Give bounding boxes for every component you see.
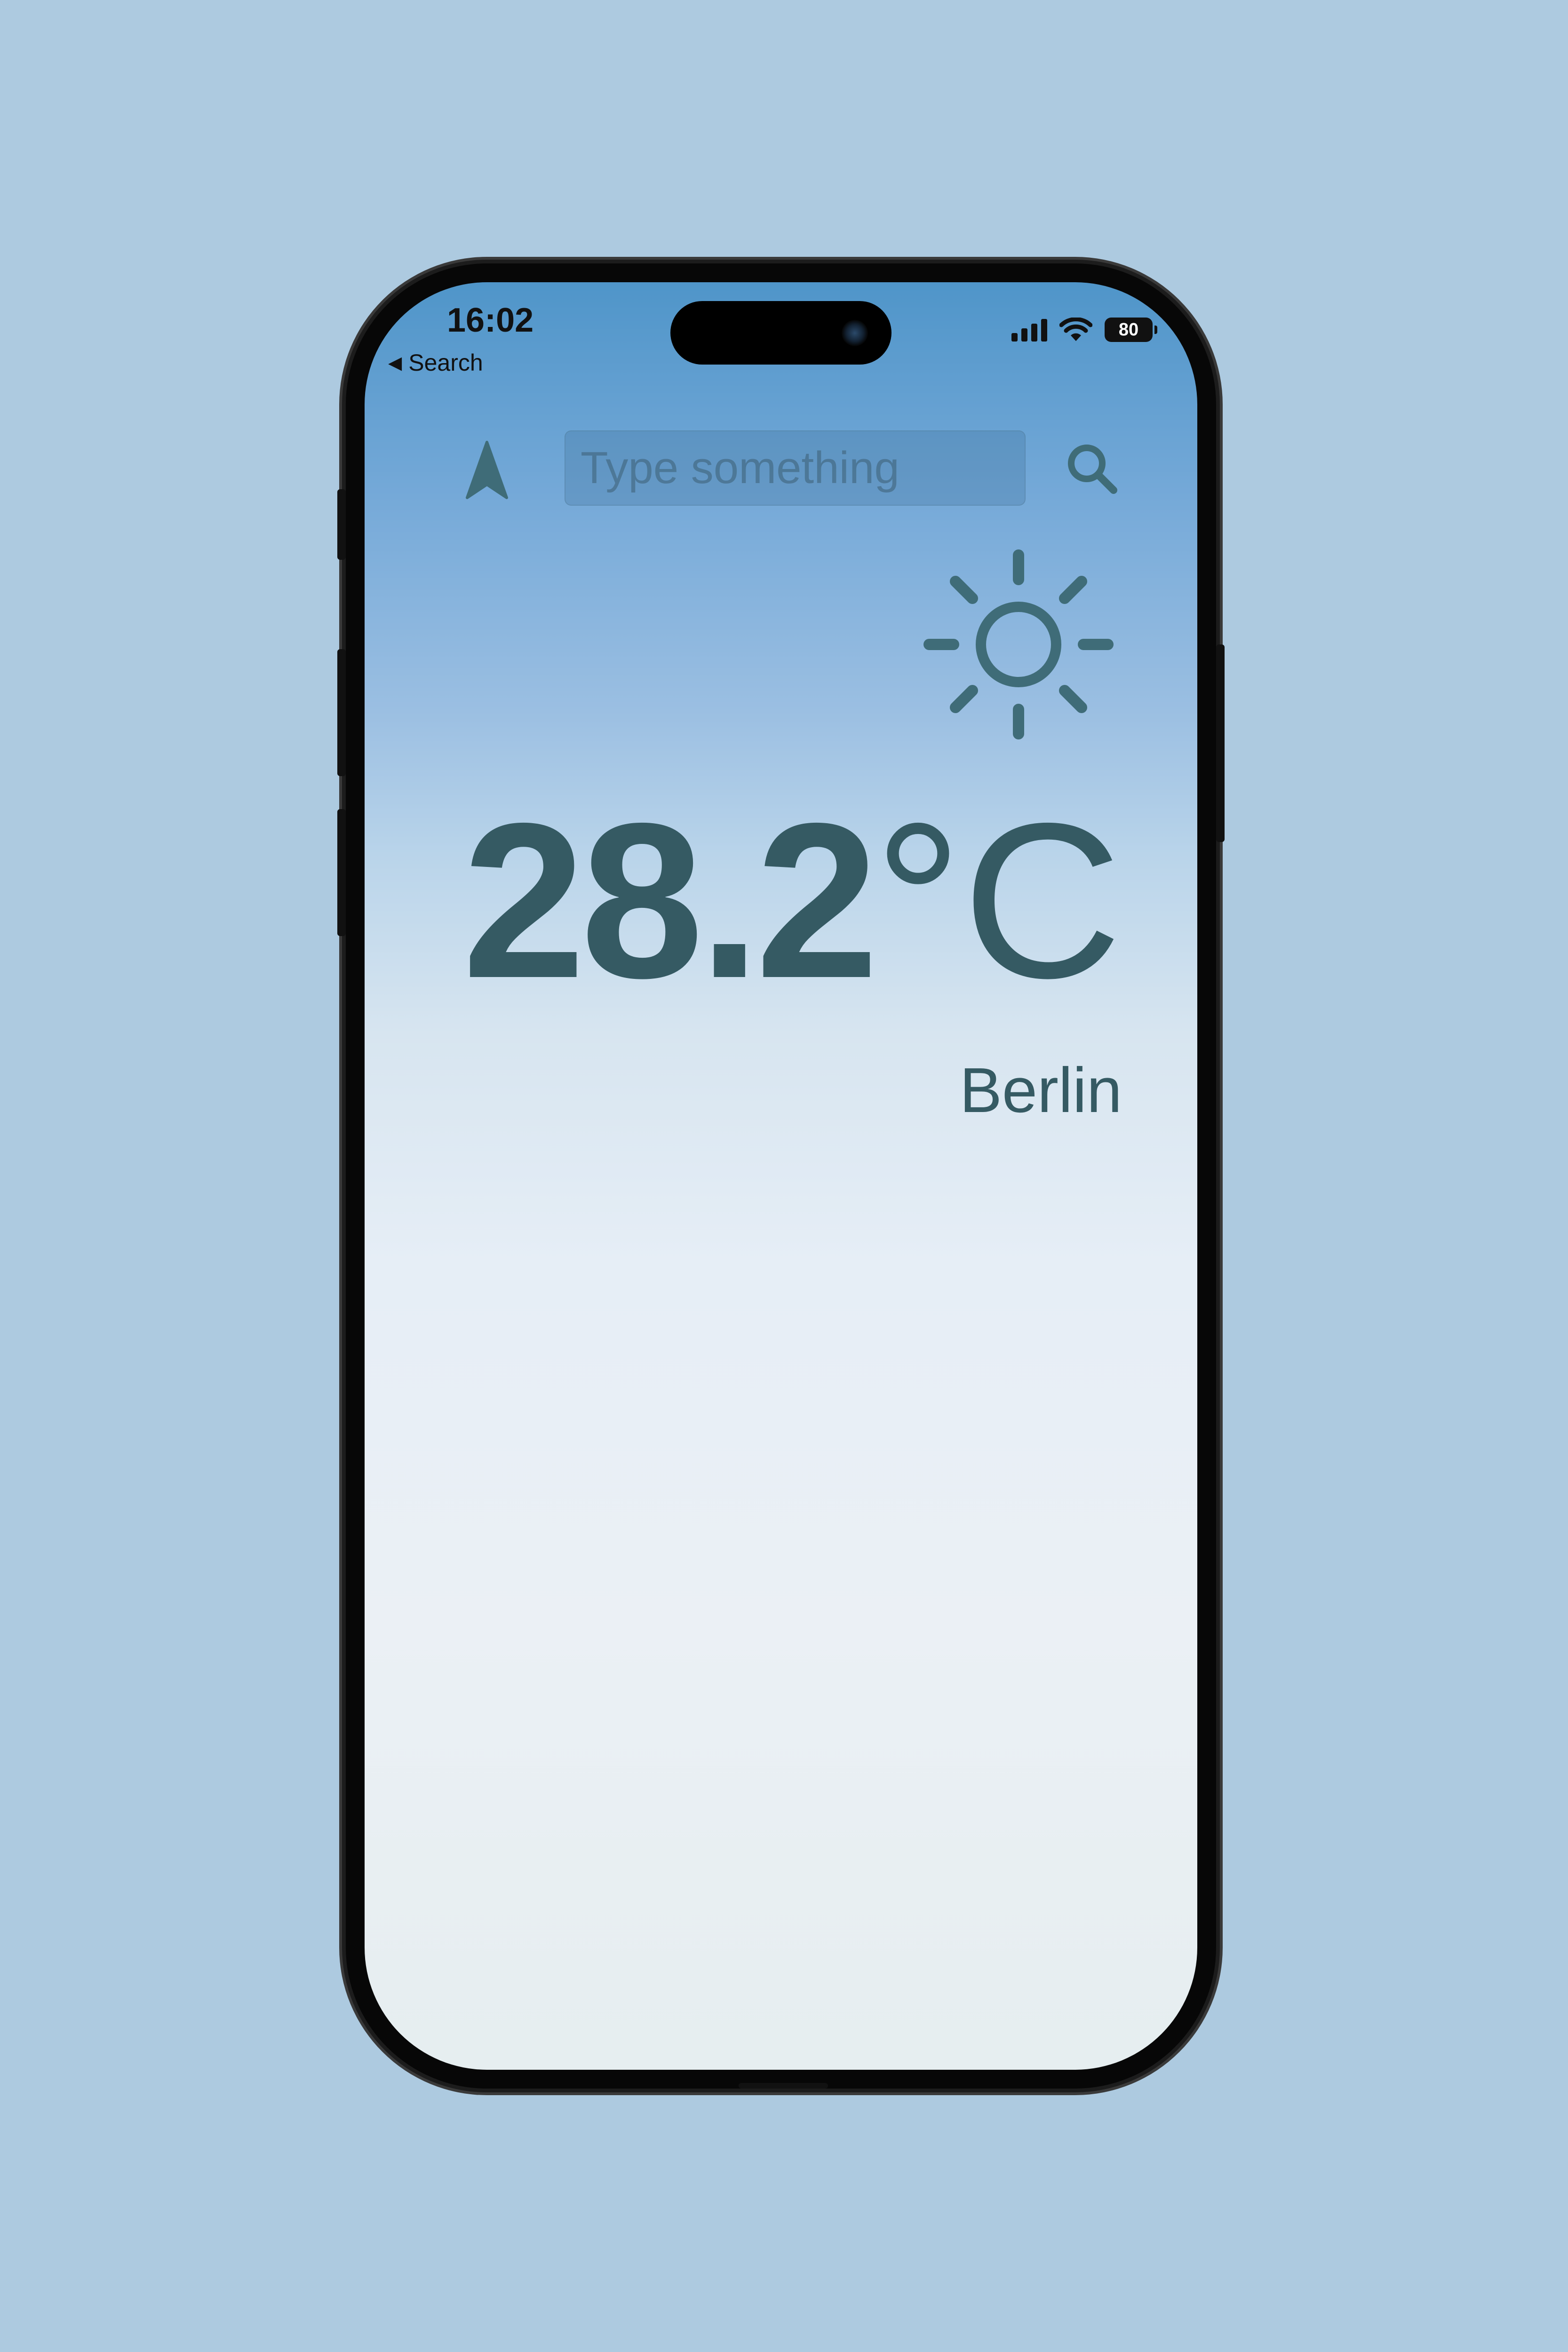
back-label: Search xyxy=(408,350,483,376)
temperature-readout: 28.2°C xyxy=(462,790,1122,1011)
volume-down-button xyxy=(337,809,346,936)
power-button xyxy=(1216,644,1225,842)
screen: 16:02 ◀ Search 80 Type something 28.2°C … xyxy=(365,282,1197,2070)
cellular-signal-icon xyxy=(1011,318,1047,342)
temperature-value: 28.2 xyxy=(462,777,879,1024)
phone-frame: 16:02 ◀ Search 80 Type something 28.2°C … xyxy=(337,263,1225,2089)
front-camera xyxy=(842,320,868,346)
action-button xyxy=(337,489,346,560)
city-name: Berlin xyxy=(959,1055,1122,1126)
search-icon[interactable] xyxy=(1061,437,1122,499)
status-indicators: 80 xyxy=(1011,318,1157,342)
back-arrow-icon: ◀ xyxy=(388,353,402,373)
volume-up-button xyxy=(337,649,346,776)
battery-icon: 80 xyxy=(1105,318,1157,342)
sun-icon xyxy=(923,549,1114,739)
battery-level: 80 xyxy=(1118,319,1139,340)
location-arrow-icon[interactable] xyxy=(463,437,510,503)
status-time: 16:02 xyxy=(447,302,534,339)
back-to-search-link[interactable]: ◀ Search xyxy=(388,349,483,376)
wifi-icon xyxy=(1059,318,1092,341)
temperature-unit: °C xyxy=(874,777,1122,1024)
bottom-edge-detail xyxy=(739,2083,828,2089)
dynamic-island xyxy=(670,301,891,365)
city-search-input[interactable] xyxy=(565,430,1026,506)
